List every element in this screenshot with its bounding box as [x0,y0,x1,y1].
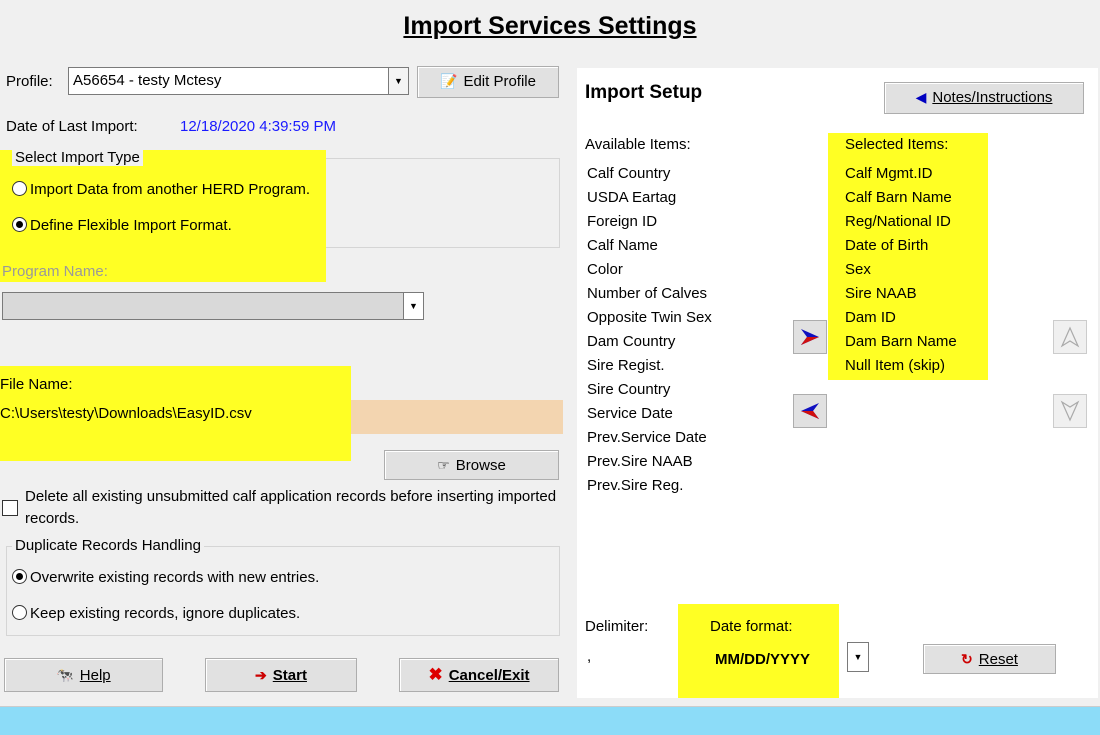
cancel-label: Cancel/Exit [448,667,530,684]
help-label: Help [79,667,111,684]
radio-dot [12,605,27,620]
browse-button[interactable]: ☞ Browse [384,450,559,480]
list-item[interactable]: Prev.Sire Reg. [587,474,683,498]
selected-items-list[interactable]: Calf Mgmt.ID Calf Barn Name Reg/National… [845,162,995,382]
list-item[interactable]: Calf Name [587,234,658,258]
duplicates-group [6,546,560,636]
list-item[interactable]: Calf Mgmt.ID [845,162,933,186]
radio-flexible-format[interactable]: Define Flexible Import Format. [12,217,232,234]
list-item[interactable]: Foreign ID [587,210,657,234]
date-format-value[interactable]: MM/DD/YYYY [715,651,810,668]
radio-overwrite-label: Overwrite existing records with new entr… [30,569,320,586]
start-icon: ➔ [255,667,267,683]
duplicates-label: Duplicate Records Handling [12,537,204,554]
reset-button[interactable]: ↻ Reset [923,644,1056,674]
radio-keep[interactable]: Keep existing records, ignore duplicates… [12,605,300,622]
help-icon: 🐄 [56,667,74,683]
profile-label: Profile: [6,73,53,90]
radio-keep-label: Keep existing records, ignore duplicates… [30,605,301,622]
status-bar [0,707,1100,735]
remove-item-button[interactable] [793,394,827,428]
cancel-x-icon: ✖ [428,665,443,684]
left-arrow-icon: ◀ [915,89,927,105]
dropdown-arrow-icon[interactable]: ▼ [847,642,869,672]
dropdown-arrow-icon[interactable]: ▼ [388,68,408,94]
list-item[interactable]: Color [587,258,623,282]
delimiter-label: Delimiter: [585,618,649,635]
list-item[interactable]: Null Item (skip) [845,354,945,378]
delimiter-value[interactable]: , [587,648,591,665]
window-bottom-edge [0,700,1100,707]
import-type-label: Select Import Type [12,149,143,166]
radio-flexible-format-label: Define Flexible Import Format. [30,217,232,234]
browse-label: Browse [455,457,506,474]
radio-dot-selected [12,217,27,232]
list-item[interactable]: Sire Regist. [587,354,665,378]
page-title: Import Services Settings [403,12,697,40]
last-import-label: Date of Last Import: [6,118,138,135]
add-item-button[interactable] [793,320,827,354]
delete-records-checkbox[interactable] [2,500,18,516]
list-item[interactable]: Date of Birth [845,234,928,258]
dropdown-arrow-icon[interactable]: ▼ [403,293,423,319]
start-label: Start [272,667,307,684]
radio-dot-selected [12,569,27,584]
radio-import-herd-label: Import Data from another HERD Program. [30,181,311,198]
list-item[interactable]: Prev.Sire NAAB [587,450,693,474]
list-item[interactable]: Number of Calves [587,282,707,306]
list-item[interactable]: Service Date [587,402,673,426]
edit-profile-icon: 📝 [440,73,458,89]
edit-profile-label: Edit Profile [463,73,536,90]
start-button[interactable]: ➔ Start [205,658,357,692]
radio-dot [12,181,27,196]
list-item[interactable]: Sire NAAB [845,282,917,306]
import-setup-panel: Import Setup ◀ Notes/Instructions Availab… [577,68,1098,698]
list-item[interactable]: Sex [845,258,871,282]
list-item[interactable]: Sire Country [587,378,670,402]
list-item[interactable]: Calf Country [587,162,670,186]
reset-label: Reset [978,651,1018,668]
selected-items-label: Selected Items: [845,136,949,153]
last-import-date: 12/18/2020 4:39:59 PM [180,118,336,135]
available-items-list[interactable]: Calf Country USDA Eartag Foreign ID Calf… [587,162,787,502]
notes-instructions-button[interactable]: ◀ Notes/Instructions [884,82,1084,114]
list-item[interactable]: Reg/National ID [845,210,951,234]
up-arrow-icon [1060,326,1080,348]
file-name-input[interactable]: C:\Users\testy\Downloads\EasyID.csv [0,400,252,434]
right-arrow-icon [801,329,819,345]
profile-value: A56654 - testy Mctesy [73,72,222,89]
import-setup-title: Import Setup [585,82,703,103]
down-arrow-icon [1060,400,1080,422]
browse-icon: ☞ [437,457,450,473]
profile-select[interactable]: A56654 - testy Mctesy ▼ [68,67,409,95]
list-item[interactable]: Dam ID [845,306,896,330]
program-name-select[interactable]: ▼ [2,292,424,320]
edit-profile-button[interactable]: 📝 Edit Profile [417,66,559,98]
date-format-label: Date format: [710,618,793,635]
list-item[interactable]: Dam Barn Name [845,330,957,354]
reset-icon: ↻ [961,651,973,667]
list-item[interactable]: Opposite Twin Sex [587,306,712,330]
move-down-button[interactable] [1053,394,1087,428]
delete-records-label: Delete all existing unsubmitted calf app… [25,488,557,527]
help-button[interactable]: 🐄 Help [4,658,163,692]
list-item[interactable]: USDA Eartag [587,186,676,210]
list-item[interactable]: Prev.Service Date [587,426,707,450]
radio-overwrite[interactable]: Overwrite existing records with new entr… [12,569,319,586]
notes-label: Notes/Instructions [932,89,1053,106]
program-name-label: Program Name: [2,263,108,280]
left-arrow-icon [801,403,819,419]
file-name-label: File Name: [0,376,73,393]
cancel-exit-button[interactable]: ✖ Cancel/Exit [399,658,559,692]
radio-import-herd[interactable]: Import Data from another HERD Program. [12,181,310,198]
list-item[interactable]: Calf Barn Name [845,186,952,210]
move-up-button[interactable] [1053,320,1087,354]
list-item[interactable]: Dam Country [587,330,675,354]
available-items-label: Available Items: [585,136,691,153]
